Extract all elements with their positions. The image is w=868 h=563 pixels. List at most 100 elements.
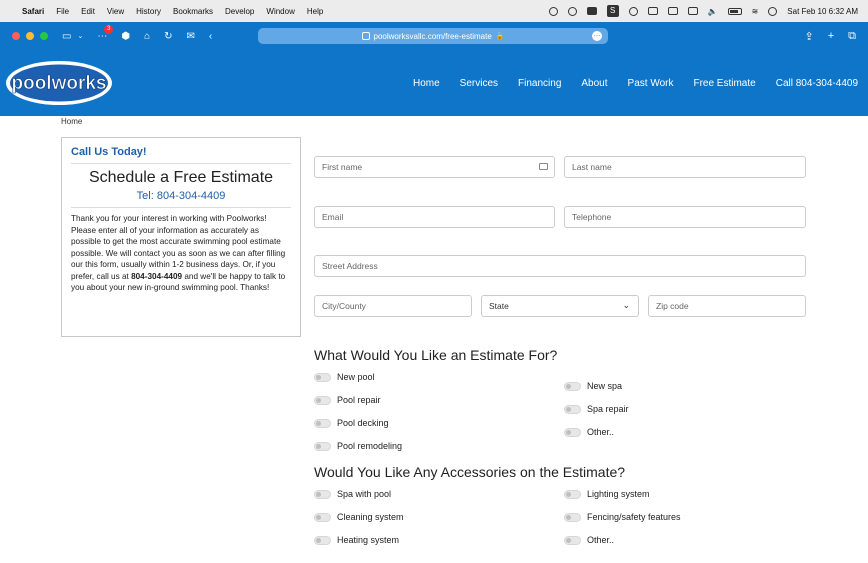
nav-past-work[interactable]: Past Work [628, 78, 674, 89]
street-address-field[interactable]: Street Address [314, 255, 806, 277]
toggle-switch[interactable] [314, 489, 331, 499]
menu-edit[interactable]: Edit [81, 7, 95, 16]
estimate-section-title: What Would You Like an Estimate For? [314, 347, 558, 363]
zip-code-field[interactable]: Zip code [648, 295, 806, 317]
option-other-accessory[interactable]: Other.. [564, 533, 614, 547]
option-lighting-system[interactable]: Lighting system [564, 487, 650, 501]
city-county-field[interactable]: City/County [314, 295, 472, 317]
cube-icon[interactable]: ⬢ [121, 31, 130, 42]
menu-history[interactable]: History [136, 7, 161, 16]
toggle-switch[interactable] [564, 512, 581, 522]
poolworks-logo[interactable]: poolworks [4, 58, 114, 108]
menu-app-name[interactable]: Safari [22, 7, 44, 16]
menu-window[interactable]: Window [266, 7, 294, 16]
zoom-window-button[interactable] [40, 32, 48, 40]
option-label: Pool repair [337, 395, 381, 405]
chevron-down-icon[interactable]: ⌄ [77, 32, 83, 40]
first-name-placeholder: First name [322, 162, 363, 172]
reload-icon[interactable]: ↻ [164, 31, 172, 42]
notification-badge: 3 [104, 24, 114, 34]
new-tab-icon[interactable]: + [828, 30, 834, 42]
nav-services[interactable]: Services [460, 78, 498, 89]
window-icon[interactable] [647, 7, 658, 15]
tabs-overview-icon[interactable]: ⧉ [848, 30, 856, 43]
contact-info-box: Call Us Today! Schedule a Free Estimate … [61, 137, 301, 337]
toggle-switch[interactable] [314, 441, 331, 451]
close-window-button[interactable] [12, 32, 20, 40]
status-icon-1[interactable] [548, 6, 558, 16]
toggle-switch[interactable] [564, 489, 581, 499]
option-label: Spa with pool [337, 489, 392, 499]
option-label: Pool decking [337, 418, 389, 428]
telephone-link[interactable]: Tel: 804-304-4409 [71, 190, 291, 202]
city-placeholder: City/County [322, 301, 366, 311]
last-name-field[interactable]: Last name [564, 156, 806, 178]
email-field[interactable]: Email [314, 206, 555, 228]
menu-file[interactable]: File [56, 7, 69, 16]
minimize-window-button[interactable] [26, 32, 34, 40]
address-bar[interactable]: poolworksvallc.com/free-estimate 🔒 … [258, 28, 608, 44]
toggle-switch[interactable] [564, 404, 581, 414]
sidebar-icon[interactable]: ▭ [62, 31, 71, 42]
state-select[interactable]: State ⌄ [481, 295, 639, 317]
toggle-switch[interactable] [314, 535, 331, 545]
telephone-field[interactable]: Telephone [564, 206, 806, 228]
toggle-switch[interactable] [564, 535, 581, 545]
brightness-icon[interactable] [628, 6, 638, 16]
menu-view[interactable]: View [107, 7, 124, 16]
battery-icon[interactable] [727, 7, 742, 15]
status-icon-2[interactable] [567, 6, 577, 16]
main-nav: Home Services Financing About Past Work … [393, 50, 858, 116]
toggle-switch[interactable] [314, 512, 331, 522]
toggle-switch[interactable] [314, 372, 331, 382]
page-menu-icon[interactable]: … [592, 31, 602, 41]
option-label: New spa [587, 381, 623, 391]
intro-phone[interactable]: 804-304-4409 [131, 272, 182, 281]
last-name-placeholder: Last name [572, 162, 612, 172]
breadcrumb[interactable]: Home [61, 117, 82, 126]
option-heating-system[interactable]: Heating system [314, 533, 399, 547]
mail-icon[interactable]: ✉ [187, 31, 195, 42]
option-cleaning-system[interactable]: Cleaning system [314, 510, 404, 524]
control-center-icon[interactable] [768, 6, 778, 16]
wifi-icon[interactable]: ≋ [752, 7, 759, 16]
screen-icon[interactable] [667, 7, 678, 15]
nav-call[interactable]: Call 804-304-4409 [776, 78, 858, 89]
option-pool-decking[interactable]: Pool decking [314, 416, 389, 430]
option-fencing-safety[interactable]: Fencing/safety features [564, 510, 681, 524]
autofill-card-icon[interactable] [539, 163, 548, 170]
menu-bookmarks[interactable]: Bookmarks [173, 7, 213, 16]
menu-develop[interactable]: Develop [225, 7, 254, 16]
back-icon[interactable]: ‹ [209, 31, 212, 42]
s-app-icon[interactable]: S [606, 5, 619, 17]
toggle-switch[interactable] [314, 395, 331, 405]
nav-free-estimate[interactable]: Free Estimate [693, 78, 755, 89]
toggle-switch[interactable] [314, 418, 331, 428]
display-icon[interactable] [687, 7, 698, 15]
option-spa-with-pool[interactable]: Spa with pool [314, 487, 391, 501]
nav-financing[interactable]: Financing [518, 78, 561, 89]
option-label: New pool [337, 372, 375, 382]
first-name-field[interactable]: First name [314, 156, 555, 178]
status-icon-3[interactable] [586, 7, 597, 15]
menu-help[interactable]: Help [307, 7, 323, 16]
extensions-icon[interactable]: ⋯ 3 [97, 24, 114, 42]
state-value: State [489, 301, 509, 311]
menubar-datetime[interactable]: Sat Feb 10 6:32 AM [787, 7, 858, 16]
option-pool-repair[interactable]: Pool repair [314, 393, 381, 407]
option-label: Spa repair [587, 404, 629, 414]
toggle-switch[interactable] [564, 427, 581, 437]
window-controls [12, 32, 48, 40]
option-spa-repair[interactable]: Spa repair [564, 402, 629, 416]
option-pool-remodeling[interactable]: Pool remodeling [314, 439, 402, 453]
nav-about[interactable]: About [581, 78, 607, 89]
share-icon[interactable]: ⇪ [804, 30, 813, 43]
option-new-spa[interactable]: New spa [564, 379, 622, 393]
home-icon[interactable]: ⌂ [144, 31, 150, 42]
option-other-estimate[interactable]: Other.. [564, 425, 614, 439]
volume-icon[interactable]: 🔈 [708, 7, 718, 16]
toggle-switch[interactable] [564, 381, 581, 391]
intro-text: Thank you for your interest in working w… [71, 213, 291, 294]
nav-home[interactable]: Home [413, 78, 440, 89]
option-new-pool[interactable]: New pool [314, 370, 375, 384]
